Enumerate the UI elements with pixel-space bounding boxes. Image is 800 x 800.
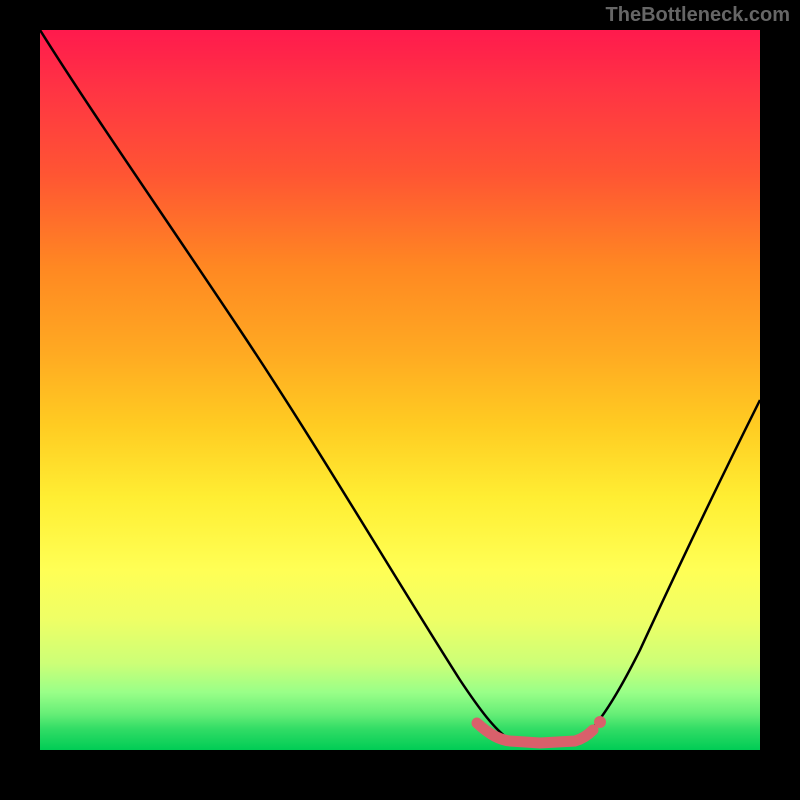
- watermark-text: TheBottleneck.com: [606, 4, 790, 27]
- bottleneck-curve-path: [40, 30, 760, 742]
- highlight-end-dot: [594, 716, 606, 728]
- plot-area: [40, 30, 760, 750]
- curve-svg: [40, 30, 760, 750]
